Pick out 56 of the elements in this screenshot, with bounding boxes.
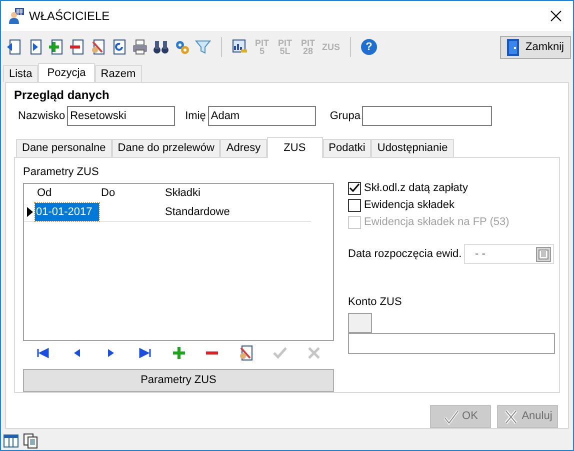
- table-cell-text: Standardowe: [165, 204, 231, 220]
- person-table-icon: [8, 8, 24, 24]
- add-icon[interactable]: [170, 344, 186, 360]
- checkbox-label: Ewidencja składek: [364, 198, 454, 213]
- tab[interactable]: Podatki: [322, 139, 372, 157]
- binoculars-icon[interactable]: [153, 39, 169, 55]
- printer-icon[interactable]: [132, 39, 148, 55]
- filter-icon[interactable]: [195, 39, 211, 55]
- refresh-icon[interactable]: [111, 39, 127, 55]
- tab[interactable]: Dane do przelewów: [112, 139, 220, 157]
- tab[interactable]: Dane personalne: [16, 139, 112, 157]
- text-field[interactable]: Resetowski: [67, 106, 176, 126]
- text-field[interactable]: Adam: [208, 106, 316, 126]
- checkbox-label: Ewidencja składek na FP (53): [364, 214, 510, 230]
- column-header: Do: [101, 186, 116, 202]
- field-label: Imię: [185, 108, 206, 124]
- tab[interactable]: Udostępnianie: [371, 139, 454, 157]
- check-icon: [443, 408, 460, 424]
- account-field[interactable]: [348, 332, 555, 354]
- calendar-icon[interactable]: [536, 246, 551, 262]
- checkbox[interactable]: [348, 198, 361, 212]
- row-pointer-icon: [26, 207, 32, 217]
- columns-icon[interactable]: [3, 433, 19, 449]
- column-header: Składki: [165, 186, 202, 202]
- parameters-button[interactable]: Parametry ZUS: [23, 368, 334, 392]
- add-icon[interactable]: [48, 39, 64, 55]
- cross-icon: [502, 408, 519, 424]
- help-icon[interactable]: ?: [361, 39, 377, 55]
- remove-icon[interactable]: [69, 39, 85, 55]
- group-label: Parametry ZUS: [23, 165, 100, 180]
- field-label: Data rozpoczęcia ewid.: [348, 246, 463, 262]
- field-label: Grupa: [330, 108, 360, 124]
- door-icon: [507, 38, 520, 56]
- tab[interactable]: Razem: [94, 65, 142, 82]
- account-picker-button[interactable]: [348, 312, 372, 332]
- tab[interactable]: Pozycja: [38, 63, 95, 83]
- field-label: Konto ZUS: [348, 295, 403, 310]
- date-field[interactable]: - -: [464, 244, 554, 264]
- edit-document-icon[interactable]: [238, 344, 254, 360]
- checkbox[interactable]: [348, 182, 361, 194]
- text-field[interactable]: [362, 106, 492, 126]
- document-chart-icon[interactable]: [232, 39, 248, 55]
- gears-icon[interactable]: [174, 39, 190, 55]
- copy-documents-icon[interactable]: [23, 433, 39, 449]
- field-label: Nazwisko: [18, 108, 66, 124]
- column-header: Od: [37, 186, 53, 202]
- tab[interactable]: Adresy: [220, 139, 267, 157]
- document-left-arrow-icon[interactable]: [6, 39, 22, 55]
- tab[interactable]: Lista: [3, 65, 38, 82]
- checkbox-label: Skł.odl.z datą zapłaty: [364, 180, 468, 196]
- edit-document-icon[interactable]: [90, 39, 106, 55]
- section-title: Przegląd danych: [14, 87, 110, 104]
- close-button[interactable]: Zamknij: [500, 36, 571, 58]
- window-title: WŁAŚCICIELE: [29, 8, 110, 25]
- tab[interactable]: ZUS: [266, 137, 323, 158]
- table-cell: 01-01-2017: [35, 203, 99, 221]
